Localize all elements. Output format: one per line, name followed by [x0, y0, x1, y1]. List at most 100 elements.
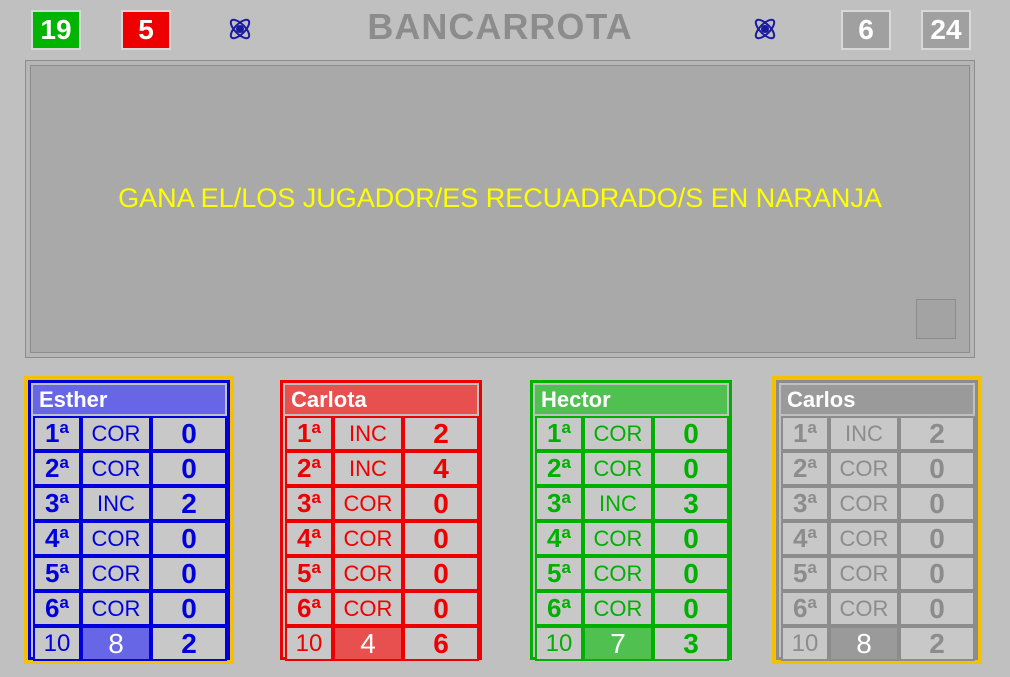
- round-score: 0: [899, 591, 975, 626]
- round-score: 0: [653, 521, 729, 556]
- round-label: 2ª: [33, 451, 81, 486]
- player-card-body: Carlos 1ª INC 2 2ª COR 0 3ª COR 0 4ª COR 0 5ª COR 0 6ª CO…: [776, 380, 978, 661]
- footer-score: 2: [899, 626, 975, 661]
- round-label: 2ª: [781, 451, 829, 486]
- round-score: 0: [403, 591, 479, 626]
- game-title: BANCARROTA: [367, 6, 633, 47]
- round-status: COR: [333, 556, 403, 591]
- round-score: 0: [403, 486, 479, 521]
- round-score: 0: [653, 451, 729, 486]
- round-score: 0: [151, 591, 227, 626]
- footer-score: 6: [403, 626, 479, 661]
- round-status: COR: [829, 556, 899, 591]
- footer-label: 10: [285, 626, 333, 661]
- round-score: 0: [151, 521, 227, 556]
- round-score: 0: [151, 556, 227, 591]
- footer-value: 7: [583, 626, 653, 661]
- round-label: 1ª: [535, 416, 583, 451]
- message-area: GANA EL/LOS JUGADOR/ES RECUADRADO/S EN N…: [30, 65, 970, 353]
- round-label: 3ª: [535, 486, 583, 521]
- round-label: 3ª: [33, 486, 81, 521]
- round-status: COR: [333, 521, 403, 556]
- player-card: Esther 1ª COR 0 2ª COR 0 3ª INC 2 4ª COR 0 5ª COR 0 6ª CO…: [24, 376, 234, 664]
- footer-value: 4: [333, 626, 403, 661]
- round-score: 0: [403, 556, 479, 591]
- round-score: 0: [899, 486, 975, 521]
- player-name: Esther: [33, 385, 225, 414]
- round-label: 2ª: [285, 451, 333, 486]
- round-status: INC: [333, 451, 403, 486]
- round-status: INC: [81, 486, 151, 521]
- round-score: 0: [653, 416, 729, 451]
- round-status: COR: [583, 451, 653, 486]
- round-label: 3ª: [781, 486, 829, 521]
- round-status: COR: [81, 556, 151, 591]
- message-panel: GANA EL/LOS JUGADOR/ES RECUADRADO/S EN N…: [25, 60, 975, 358]
- round-score: 0: [403, 521, 479, 556]
- atom-icon: [754, 18, 776, 40]
- player-name: Hector: [535, 385, 727, 414]
- round-label: 5ª: [33, 556, 81, 591]
- round-score: 0: [899, 521, 975, 556]
- player-card-body: Hector 1ª COR 0 2ª COR 0 3ª INC 3 4ª COR 0 5ª COR 0 6ª CO…: [530, 380, 732, 661]
- footer-score: 3: [653, 626, 729, 661]
- round-status: INC: [829, 416, 899, 451]
- round-score: 2: [403, 416, 479, 451]
- round-label: 6ª: [33, 591, 81, 626]
- round-score: 0: [653, 591, 729, 626]
- round-status: COR: [81, 451, 151, 486]
- player-card: Carlos 1ª INC 2 2ª COR 0 3ª COR 0 4ª COR 0 5ª COR 0 6ª CO…: [772, 376, 982, 664]
- player-name: Carlota: [285, 385, 477, 414]
- footer-value: 8: [829, 626, 899, 661]
- round-label: 4ª: [285, 521, 333, 556]
- right-score-2: 24: [921, 10, 971, 50]
- round-label: 5ª: [535, 556, 583, 591]
- round-score: 4: [403, 451, 479, 486]
- player-card: Carlota 1ª INC 2 2ª INC 4 3ª COR 0 4ª COR 0 5ª COR 0 6ª C…: [276, 376, 486, 664]
- round-score: 0: [899, 451, 975, 486]
- round-status: COR: [829, 521, 899, 556]
- round-score: 0: [151, 451, 227, 486]
- panel-square-button[interactable]: [916, 299, 956, 339]
- round-status: COR: [333, 486, 403, 521]
- left-score-1: 19: [31, 10, 81, 50]
- round-score: 0: [899, 556, 975, 591]
- round-status: COR: [81, 591, 151, 626]
- footer-label: 10: [535, 626, 583, 661]
- result-message: GANA EL/LOS JUGADOR/ES RECUADRADO/S EN N…: [118, 183, 882, 213]
- round-status: COR: [583, 591, 653, 626]
- round-score: 2: [151, 486, 227, 521]
- round-label: 2ª: [535, 451, 583, 486]
- footer-value: 8: [81, 626, 151, 661]
- player-card-body: Esther 1ª COR 0 2ª COR 0 3ª INC 2 4ª COR 0 5ª COR 0 6ª CO…: [28, 380, 230, 661]
- round-label: 1ª: [33, 416, 81, 451]
- right-score-1: 6: [841, 10, 891, 50]
- round-status: COR: [333, 591, 403, 626]
- round-label: 5ª: [285, 556, 333, 591]
- round-status: COR: [583, 556, 653, 591]
- round-status: COR: [829, 591, 899, 626]
- player-card-body: Carlota 1ª INC 2 2ª INC 4 3ª COR 0 4ª COR 0 5ª COR 0 6ª C…: [280, 380, 482, 661]
- round-score: 0: [653, 556, 729, 591]
- round-label: 3ª: [285, 486, 333, 521]
- atom-icon: [229, 18, 251, 40]
- round-status: COR: [829, 486, 899, 521]
- round-label: 4ª: [535, 521, 583, 556]
- left-score-2: 5: [121, 10, 171, 50]
- footer-label: 10: [781, 626, 829, 661]
- round-label: 5ª: [781, 556, 829, 591]
- round-label: 6ª: [781, 591, 829, 626]
- round-score: 2: [899, 416, 975, 451]
- round-status: COR: [583, 521, 653, 556]
- round-status: COR: [583, 416, 653, 451]
- footer-score: 2: [151, 626, 227, 661]
- round-score: 3: [653, 486, 729, 521]
- player-name: Carlos: [781, 385, 973, 414]
- round-status: COR: [829, 451, 899, 486]
- round-label: 4ª: [33, 521, 81, 556]
- round-status: INC: [333, 416, 403, 451]
- round-label: 4ª: [781, 521, 829, 556]
- round-label: 1ª: [285, 416, 333, 451]
- round-label: 1ª: [781, 416, 829, 451]
- round-status: COR: [81, 416, 151, 451]
